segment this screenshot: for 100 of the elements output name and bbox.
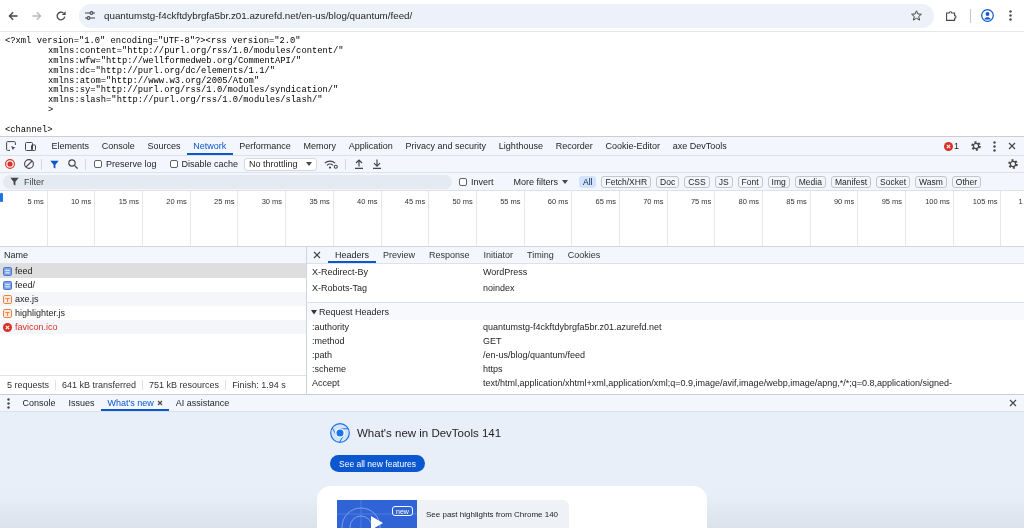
inspect-icon[interactable] — [6, 141, 16, 151]
type-filter-chip[interactable]: Img — [767, 175, 790, 188]
type-filter-chip[interactable]: Media — [794, 175, 826, 188]
caret-icon — [306, 162, 313, 166]
request-row[interactable]: feed — [0, 264, 306, 278]
range-handle[interactable] — [0, 193, 3, 202]
see-features-button[interactable]: See all new features — [330, 455, 426, 472]
back-arrow-icon[interactable] — [8, 10, 18, 21]
type-filter-chip[interactable]: Other — [951, 175, 982, 188]
menu-dots-icon[interactable] — [1009, 10, 1012, 21]
wifi-icon[interactable] — [324, 159, 339, 169]
type-filter-chip[interactable]: Fetch/XHR — [601, 175, 652, 188]
checkbox[interactable] — [459, 177, 467, 186]
type-filter-chip[interactable]: Doc — [656, 175, 680, 188]
header-name: Accept — [312, 378, 340, 388]
close-icon[interactable] — [313, 251, 321, 259]
checkbox-label: Disable cache — [181, 159, 239, 169]
more-filters-button[interactable]: More filters — [513, 176, 569, 187]
document-icon — [3, 266, 12, 276]
detail-tab[interactable]: Headers — [328, 247, 377, 263]
device-icon[interactable] — [25, 141, 36, 151]
close-icon[interactable] — [1008, 142, 1016, 150]
panel-tab[interactable]: Console — [95, 137, 142, 155]
code-line: xmlns:slash="http://purl.org/rss/1.0/modules/slash/" — [48, 96, 323, 106]
detail-tab[interactable]: Preview — [376, 247, 423, 263]
panel-tab[interactable]: Application — [342, 137, 400, 155]
disclosure-triangle-icon[interactable] — [311, 308, 317, 315]
detail-tab[interactable]: Initiator — [476, 247, 521, 263]
error-icon — [944, 141, 953, 151]
panel-tab[interactable]: Cookie-Editor — [599, 137, 667, 155]
settings-icon[interactable] — [971, 141, 981, 151]
drawer-tab[interactable]: Console — [16, 395, 63, 411]
reload-icon[interactable] — [56, 10, 66, 21]
header-name: :path — [312, 350, 333, 360]
request-row[interactable]: highlighter.js — [0, 306, 306, 320]
menu-dots-icon[interactable] — [993, 140, 996, 152]
close-icon[interactable] — [1009, 399, 1017, 407]
url-text: quantumstg-f4ckftdybrgfa5br.z01.azurefd.net/en-us/blog/quantum/feed/ — [104, 10, 414, 21]
type-filter-chip[interactable]: JS — [714, 175, 733, 188]
record-icon[interactable] — [5, 159, 15, 169]
ring-logo-icon — [330, 423, 350, 443]
header-name: :scheme — [312, 364, 346, 374]
drawer-tab[interactable]: Issues — [62, 395, 102, 411]
type-filter-chip[interactable]: Manifest — [830, 175, 872, 188]
section-header[interactable]: Request Headers — [307, 302, 1024, 320]
star-icon[interactable] — [911, 10, 922, 21]
highlight-link[interactable]: See past highlights from Chrome 140 — [417, 500, 569, 528]
filter-field[interactable]: Filter — [3, 174, 452, 189]
settings-icon[interactable] — [1008, 159, 1018, 169]
header-name: X-Robots-Tag — [312, 283, 368, 293]
panel-tab[interactable]: Recorder — [549, 137, 600, 155]
close-tab-icon[interactable] — [156, 400, 163, 406]
checkbox-label: Preserve log — [106, 159, 157, 169]
finish-time: Finish: 1.94 s — [225, 380, 292, 390]
request-row[interactable]: axe.js — [0, 292, 306, 306]
code-line: <?xml version="1.0" encoding="UTF-8"?><rss version="2.0" — [5, 37, 301, 46]
panel-tab[interactable]: Sources — [141, 137, 187, 155]
error-count-button[interactable]: 1 — [944, 141, 959, 151]
resource-size: 751 kB resources — [142, 380, 226, 390]
header-value: /en-us/blog/quantum/feed — [483, 350, 586, 360]
type-filter-chip[interactable]: All — [579, 175, 597, 188]
search-icon[interactable] — [68, 159, 78, 169]
type-filter-chip[interactable]: Socket — [876, 175, 911, 188]
header-value: https — [483, 364, 503, 374]
checkbox[interactable] — [94, 160, 102, 168]
code-line: xmlns:wfw="http://wellformedweb.org/CommentAPI/" — [48, 56, 302, 66]
header-value: GET — [483, 336, 502, 346]
puzzle-icon[interactable] — [946, 10, 957, 21]
checkbox-label: Invert — [471, 176, 494, 187]
filter-icon — [10, 177, 19, 186]
profile-icon[interactable] — [981, 9, 994, 22]
upload-icon[interactable] — [354, 159, 365, 169]
type-filter-chip[interactable]: CSS — [684, 175, 710, 188]
file-icon — [3, 294, 12, 304]
detail-tab[interactable]: Timing — [520, 247, 561, 263]
request-row[interactable]: feed/ — [0, 278, 306, 292]
tune-icon[interactable] — [85, 11, 95, 20]
throttling-dropdown[interactable]: No throttling — [244, 157, 318, 171]
code-line: xmlns:content="http://purl.org/rss/1.0/modules/content/" — [48, 46, 344, 56]
request-count: 5 requests — [6, 380, 51, 390]
panel-tab[interactable]: axe DevTools — [666, 137, 734, 155]
address-bar[interactable]: quantumstg-f4ckftdybrgfa5br.z01.azurefd.net/en-us/blog/quantum/feed/ — [79, 3, 934, 28]
panel-tab[interactable]: Elements — [45, 137, 96, 155]
checkbox[interactable] — [169, 160, 178, 168]
type-filter-chip[interactable]: Font — [737, 175, 763, 188]
clear-icon[interactable] — [24, 159, 34, 169]
panel-tab[interactable]: Privacy and security — [399, 137, 493, 155]
panel-tab[interactable]: Performance — [232, 137, 298, 155]
panel-tab[interactable]: Lighthouse — [492, 137, 550, 155]
panel-tab[interactable]: Memory — [297, 137, 343, 155]
column-header: Name — [0, 247, 306, 264]
menu-dots-icon[interactable] — [7, 397, 10, 409]
detail-tab[interactable]: Cookies — [560, 247, 608, 263]
filter-icon[interactable] — [50, 159, 59, 169]
detail-tab[interactable]: Response — [422, 247, 477, 263]
request-row[interactable]: favicon.ico — [0, 320, 306, 334]
header-name: :method — [312, 336, 345, 346]
type-filter-chip[interactable]: Wasm — [915, 175, 947, 188]
drawer-tab[interactable]: AI assistance — [169, 395, 236, 411]
download-icon[interactable] — [372, 159, 383, 169]
